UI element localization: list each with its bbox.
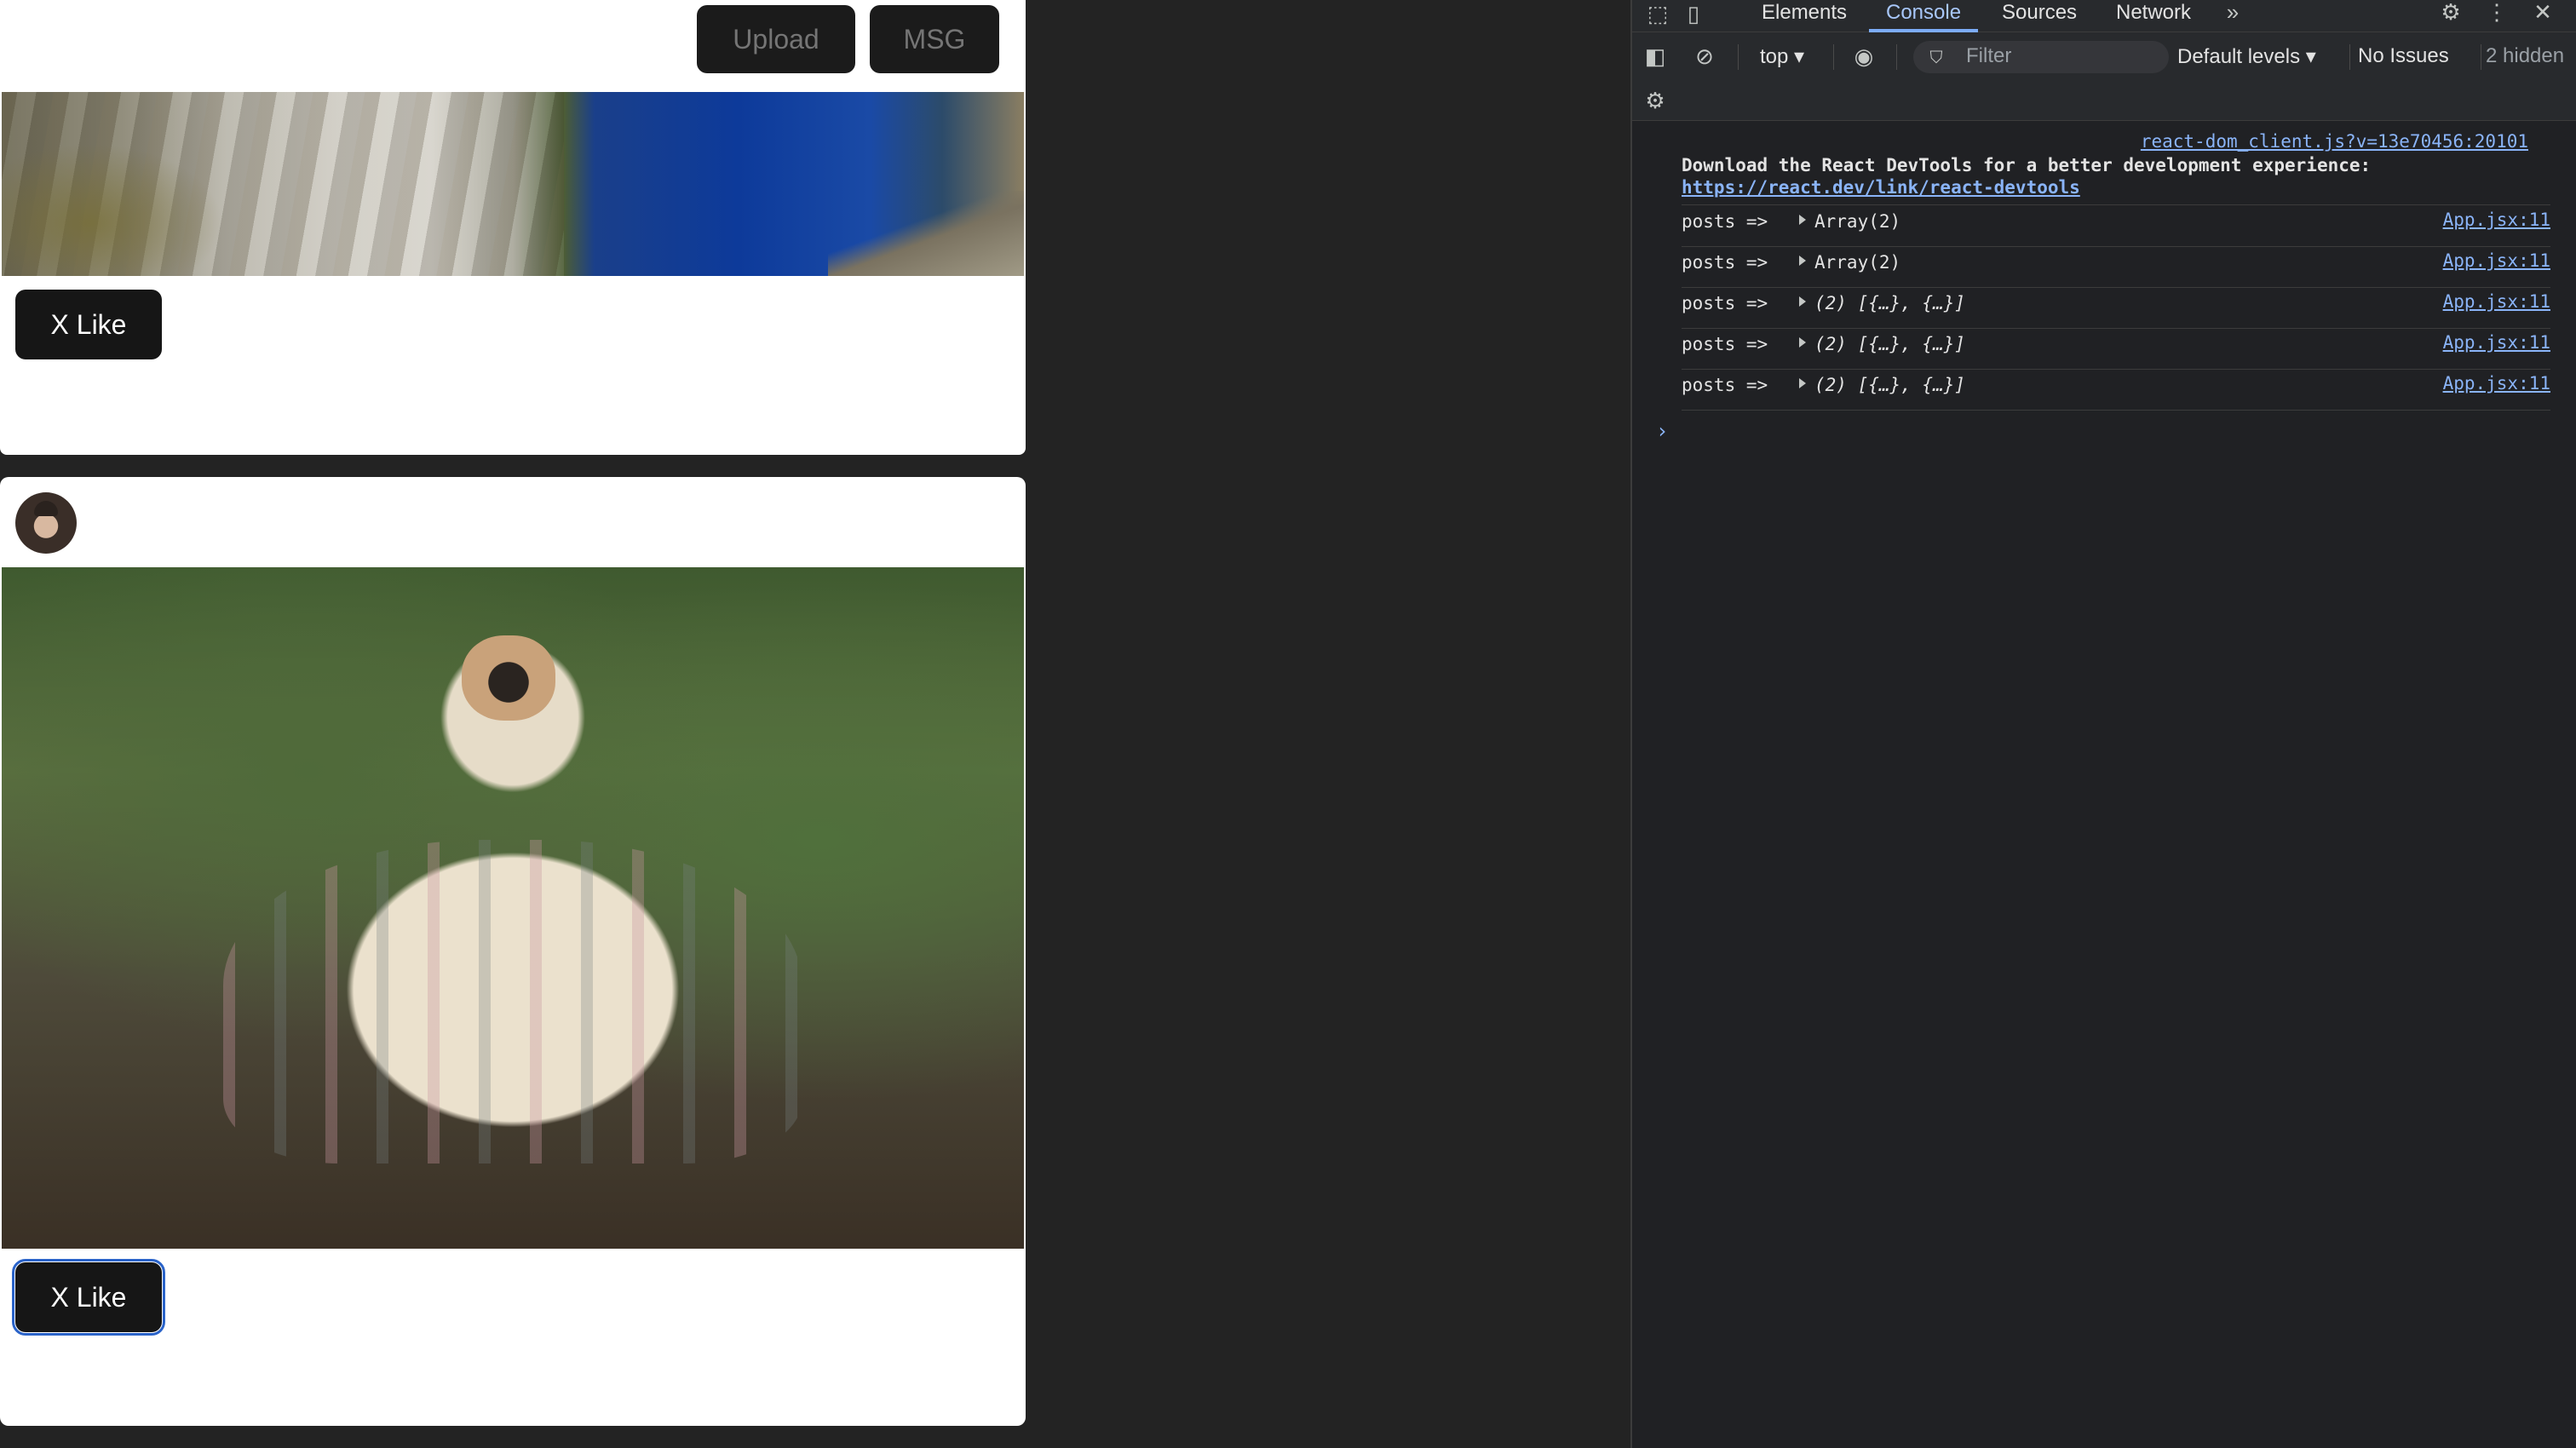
devtools-tab-bar: ⬚ ▯ Elements Console Sources Network » ⚙… bbox=[1632, 0, 2576, 32]
device-toolbar-icon[interactable]: ▯ bbox=[1680, 2, 1707, 26]
like-button[interactable]: X Like bbox=[12, 1259, 165, 1336]
console-output: react-dom_client.js?v=13e70456:20101 Dow… bbox=[1632, 121, 2576, 1448]
msg-button[interactable]: MSG bbox=[870, 5, 999, 73]
log-row: posts => Array(2) App.jsx:11 bbox=[1682, 206, 2550, 247]
filter-icon: ⛉ bbox=[1929, 49, 1943, 67]
issues-count[interactable]: No Issues bbox=[2358, 44, 2449, 68]
context-select[interactable]: top ▾ bbox=[1760, 44, 1804, 69]
log-source-link[interactable]: App.jsx:11 bbox=[2443, 210, 2550, 230]
log-value[interactable]: (2) [{…}, {…}] bbox=[1814, 293, 1965, 313]
log-message: Download the React DevTools for a better… bbox=[1682, 155, 2372, 175]
tab-network[interactable]: Network bbox=[2116, 0, 2191, 32]
log-value[interactable]: (2) [{…}, {…}] bbox=[1814, 334, 1965, 354]
log-row: posts => (2) [{…}, {…}] App.jsx:11 bbox=[1682, 288, 2550, 329]
clear-console-icon[interactable]: ⊘ bbox=[1692, 44, 1717, 68]
avatar[interactable] bbox=[15, 492, 77, 554]
expand-arrow-icon[interactable] bbox=[1799, 337, 1806, 348]
tab-sources[interactable]: Sources bbox=[2002, 0, 2077, 32]
log-value[interactable]: Array(2) bbox=[1814, 252, 1900, 273]
devtools-link[interactable]: https://react.dev/link/react-devtools bbox=[1682, 177, 2080, 198]
levels-select[interactable]: Default levels ▾ bbox=[2177, 44, 2316, 69]
eye-icon[interactable]: ◉ bbox=[1849, 44, 1879, 68]
log-label: posts => bbox=[1682, 293, 1768, 313]
sidebar-toggle-icon[interactable]: ◧ bbox=[1642, 44, 1668, 68]
log-label: posts => bbox=[1682, 334, 1768, 354]
expand-arrow-icon[interactable] bbox=[1799, 256, 1806, 266]
log-source-link[interactable]: App.jsx:11 bbox=[2443, 373, 2550, 394]
upload-button[interactable]: Upload bbox=[697, 5, 855, 73]
log-label: posts => bbox=[1682, 252, 1768, 273]
console-toolbar: ◧ ⊘ top ▾ ◉ ⛉ Filter Default levels ▾ No… bbox=[1632, 32, 2576, 82]
log-row: posts => (2) [{…}, {…}] App.jsx:11 bbox=[1682, 370, 2550, 411]
devtools-panel: ⬚ ▯ Elements Console Sources Network » ⚙… bbox=[1630, 0, 2576, 1448]
log-label: posts => bbox=[1682, 211, 1768, 232]
kebab-menu-icon[interactable]: ⋮ bbox=[2484, 0, 2510, 24]
log-source-link[interactable]: App.jsx:11 bbox=[2443, 332, 2550, 353]
like-button[interactable]: X Like bbox=[15, 290, 162, 359]
log-value[interactable]: (2) [{…}, {…}] bbox=[1814, 375, 1965, 395]
log-label: posts => bbox=[1682, 375, 1768, 395]
post-image-landscape bbox=[2, 92, 1024, 276]
log-source-link[interactable]: App.jsx:11 bbox=[2443, 291, 2550, 312]
console-prompt[interactable]: › bbox=[1656, 419, 1668, 443]
hidden-count: 2 hidden bbox=[2486, 44, 2565, 67]
app-viewport: Upload MSG X Like X Like bbox=[0, 0, 1630, 1448]
post-card: X Like bbox=[0, 90, 1026, 455]
inspect-icon[interactable]: ⬚ bbox=[1644, 2, 1671, 26]
console-settings-gear-icon[interactable]: ⚙ bbox=[1642, 89, 1668, 112]
filter-input[interactable]: ⛉ Filter bbox=[1913, 41, 2169, 73]
expand-arrow-icon[interactable] bbox=[1799, 296, 1806, 307]
expand-arrow-icon[interactable] bbox=[1799, 215, 1806, 225]
log-source-link[interactable]: react-dom_client.js?v=13e70456:20101 bbox=[2141, 131, 2528, 152]
more-tabs-icon[interactable]: » bbox=[2220, 0, 2245, 24]
log-value[interactable]: Array(2) bbox=[1814, 211, 1900, 232]
close-icon[interactable]: ✕ bbox=[2530, 0, 2556, 24]
post-image-pug bbox=[2, 567, 1024, 1249]
log-source-link[interactable]: App.jsx:11 bbox=[2443, 250, 2550, 271]
expand-arrow-icon[interactable] bbox=[1799, 378, 1806, 388]
gear-icon[interactable]: ⚙ bbox=[2438, 0, 2464, 24]
tab-console[interactable]: Console bbox=[1869, 0, 1979, 32]
log-row: posts => Array(2) App.jsx:11 bbox=[1682, 247, 2550, 288]
top-bar: Upload MSG bbox=[0, 0, 1026, 90]
filter-placeholder: Filter bbox=[1966, 44, 2012, 67]
tab-elements[interactable]: Elements bbox=[1762, 0, 1847, 32]
post-card: X Like bbox=[0, 477, 1026, 1426]
log-row: posts => (2) [{…}, {…}] App.jsx:11 bbox=[1682, 329, 2550, 370]
console-settings-bar: ⚙ bbox=[1632, 82, 2576, 121]
